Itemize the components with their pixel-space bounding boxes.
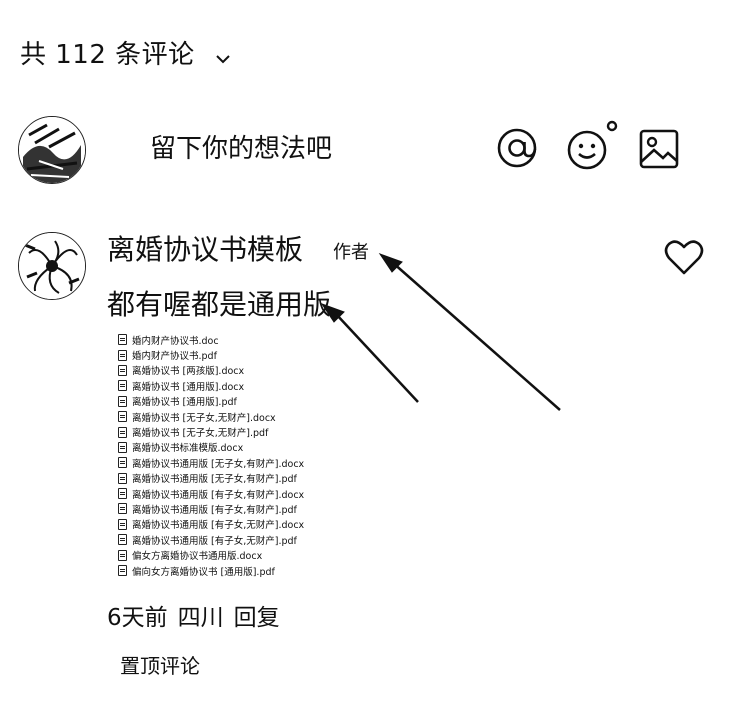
file-name: 离婚协议书 [无子女,无财产].pdf <box>132 428 269 440</box>
file-name: 离婚协议书通用版 [有子女,无财产].docx <box>132 520 305 532</box>
commenter-username[interactable]: 离婚协议书模板 <box>107 228 303 268</box>
author-badge: 作者 <box>333 242 369 263</box>
file-name: 婚内财产协议书.doc <box>132 335 219 347</box>
file-list-item: 离婚协议书通用版 [有子女,有财产].pdf <box>118 501 304 516</box>
comment-text: 都有喔都是通用版 <box>107 288 332 321</box>
file-name: 离婚协议书 [通用版].docx <box>132 381 245 393</box>
file-name: 偏女方离婚协议书通用版.docx <box>132 551 263 563</box>
file-name: 离婚协议书通用版 [无子女,有财产].docx <box>132 458 305 470</box>
file-name: 离婚协议书 [无子女,无财产].docx <box>132 412 276 424</box>
file-name: 偏向女方离婚协议书 [通用版].pdf <box>132 566 275 578</box>
image-upload-icon[interactable] <box>638 128 680 170</box>
file-list-item: 离婚协议书通用版 [无子女,有财产].docx <box>118 455 304 470</box>
file-name: 离婚协议书通用版 [有子女,无财产].pdf <box>132 535 297 547</box>
file-name: 离婚协议书通用版 [有子女,有财产].docx <box>132 489 305 501</box>
like-heart-icon[interactable] <box>664 238 704 276</box>
document-icon <box>118 472 127 484</box>
file-list-item: 离婚协议书通用版 [有子女,无财产].docx <box>118 517 304 532</box>
document-icon <box>118 518 127 530</box>
file-list-item: 婚内财产协议书.doc <box>118 332 304 347</box>
comments-count-header[interactable]: 共 112 条评论 <box>20 34 231 71</box>
arrow-to-comment-text <box>335 313 419 403</box>
comments-count-label: 共 112 条评论 <box>20 40 195 70</box>
reply-button[interactable]: 回复 <box>234 605 280 631</box>
document-icon <box>118 380 127 392</box>
file-list-item: 离婚协议书标准模版.docx <box>118 440 304 455</box>
file-list-item: 离婚协议书 [通用版].docx <box>118 378 304 393</box>
document-icon <box>118 503 127 515</box>
file-name: 离婚协议书 [通用版].pdf <box>132 397 237 409</box>
document-icon <box>118 441 127 453</box>
chevron-down-icon[interactable] <box>215 41 231 71</box>
comment-time: 6天前 <box>107 605 168 631</box>
document-icon <box>118 334 127 346</box>
file-list-item: 离婚协议书 [通用版].pdf <box>118 394 304 409</box>
comment-input[interactable]: 留下你的想法吧 <box>150 128 332 165</box>
attached-file-list-image: 婚内财产协议书.doc 婚内财产协议书.pdf 离婚协议书 [两孩版].docx 离婚… <box>118 332 304 578</box>
document-icon <box>118 457 127 469</box>
document-icon <box>118 549 127 561</box>
file-name: 离婚协议书通用版 [有子女,有财产].pdf <box>132 504 297 516</box>
document-icon <box>118 488 127 500</box>
file-list-item: 离婚协议书通用版 [无子女,有财产].pdf <box>118 471 304 486</box>
comment-location: 四川 <box>177 605 224 631</box>
emoji-icon[interactable] <box>566 120 624 172</box>
file-name: 婚内财产协议书.pdf <box>132 351 217 363</box>
file-list-item: 离婚协议书 [无子女,无财产].pdf <box>118 424 304 439</box>
file-list-item: 偏向女方离婚协议书 [通用版].pdf <box>118 563 304 578</box>
document-icon <box>118 534 127 546</box>
annotation-arrows <box>320 253 561 411</box>
file-list-item: 离婚协议书通用版 [有子女,有财产].docx <box>118 486 304 501</box>
document-icon <box>118 565 127 577</box>
file-list-item: 偏女方离婚协议书通用版.docx <box>118 547 304 562</box>
document-icon <box>118 411 127 423</box>
document-icon <box>118 349 127 361</box>
document-icon <box>118 395 127 407</box>
commenter-avatar[interactable] <box>18 232 86 300</box>
arrow-head-author <box>378 253 403 273</box>
file-list-item: 婚内财产协议书.pdf <box>118 347 304 362</box>
file-name: 离婚协议书通用版 [无子女,有财产].pdf <box>132 474 297 486</box>
my-avatar <box>18 116 86 184</box>
at-mention-icon[interactable] <box>496 127 538 169</box>
file-list-item: 离婚协议书通用版 [有子女,无财产].pdf <box>118 532 304 547</box>
file-list-item: 离婚协议书 [无子女,无财产].docx <box>118 409 304 424</box>
document-icon <box>118 426 127 438</box>
file-name: 离婚协议书标准模版.docx <box>132 443 244 455</box>
file-list-item: 离婚协议书 [两孩版].docx <box>118 363 304 378</box>
document-icon <box>118 364 127 376</box>
comment-meta: 6天前 四川 回复 <box>107 598 290 632</box>
pin-comment-button[interactable]: 置顶评论 <box>120 650 200 679</box>
file-name: 离婚协议书 [两孩版].docx <box>132 366 245 378</box>
arrow-to-author-tag <box>391 261 561 411</box>
